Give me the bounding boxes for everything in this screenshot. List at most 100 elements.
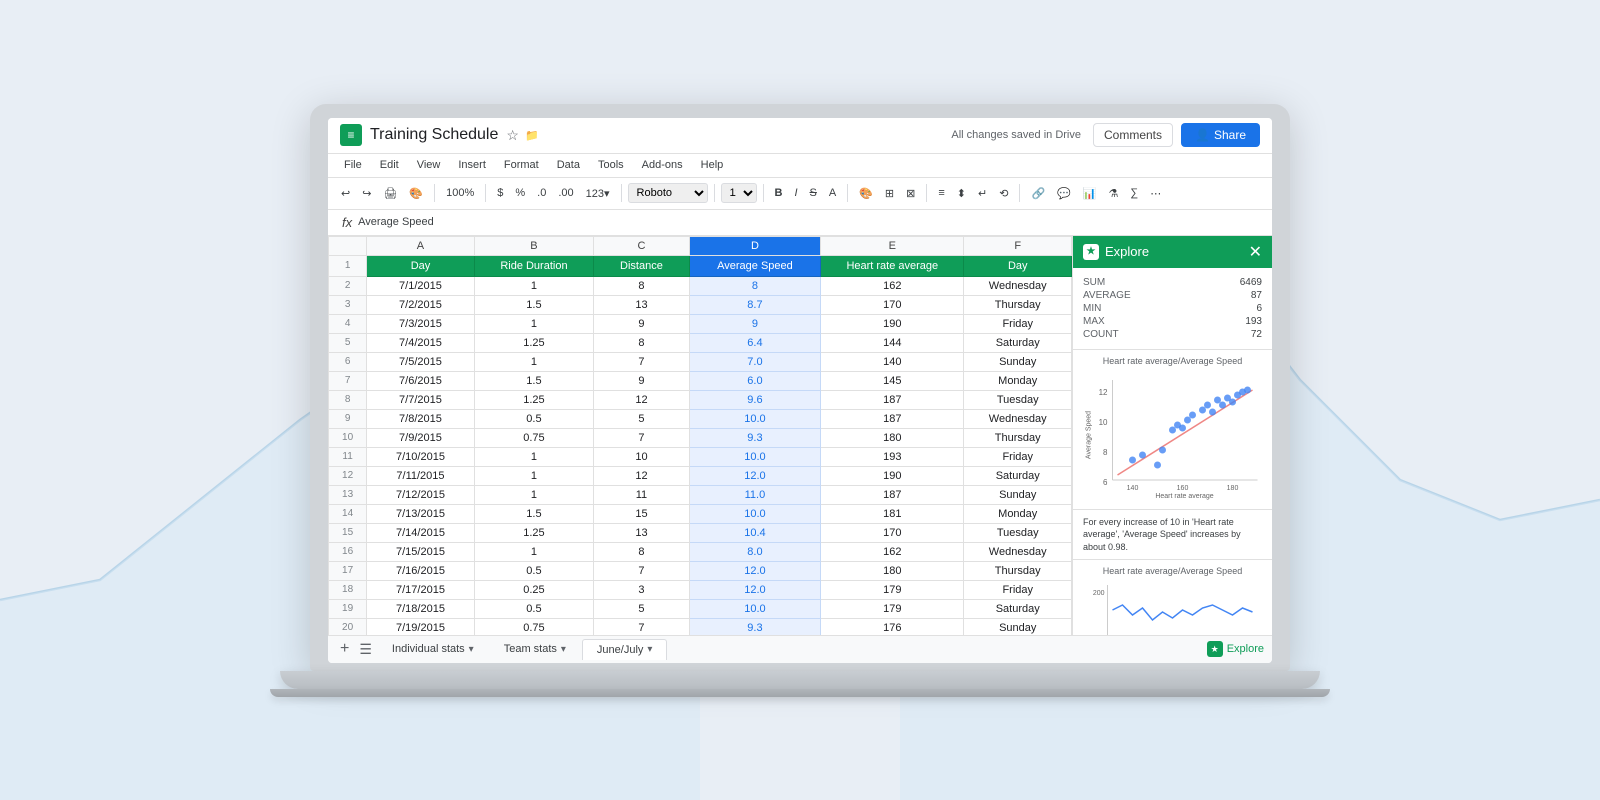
- strikethrough-button[interactable]: S: [805, 184, 822, 202]
- cell-heart-rate[interactable]: 190: [821, 314, 964, 333]
- tab-team-dropdown[interactable]: ▾: [561, 644, 566, 655]
- cell-avg-speed[interactable]: 9: [689, 314, 820, 333]
- font-color-button[interactable]: A: [824, 184, 841, 202]
- bold-button[interactable]: B: [770, 184, 788, 202]
- comments-button[interactable]: Comments: [1093, 123, 1173, 147]
- cell-distance[interactable]: 8: [594, 276, 690, 295]
- decimal-down-button[interactable]: .0: [532, 184, 551, 202]
- cell-ride-duration[interactable]: 1.25: [474, 523, 593, 542]
- formula-input[interactable]: [358, 216, 1264, 228]
- table-row[interactable]: 8 7/7/2015 1.25 12 9.6 187 Tuesday: [329, 390, 1072, 409]
- cell-day[interactable]: Saturday: [964, 333, 1072, 352]
- menu-addons[interactable]: Add-ons: [634, 157, 691, 173]
- table-row[interactable]: 6 7/5/2015 1 7 7.0 140 Sunday: [329, 352, 1072, 371]
- cell-date[interactable]: 7/12/2015: [367, 485, 475, 504]
- cell-distance[interactable]: 9: [594, 371, 690, 390]
- tab-individual-dropdown[interactable]: ▾: [469, 644, 474, 655]
- cell-ride-duration[interactable]: 0.25: [474, 580, 593, 599]
- cell-ride-duration[interactable]: 1: [474, 352, 593, 371]
- cell-heart-rate[interactable]: 180: [821, 561, 964, 580]
- table-row[interactable]: 14 7/13/2015 1.5 15 10.0 181 Monday: [329, 504, 1072, 523]
- cell-day[interactable]: Tuesday: [964, 523, 1072, 542]
- cell-avg-speed[interactable]: 12.0: [689, 580, 820, 599]
- cell-heart-rate[interactable]: 144: [821, 333, 964, 352]
- cell-distance[interactable]: 12: [594, 390, 690, 409]
- cell-distance[interactable]: 15: [594, 504, 690, 523]
- cell-day[interactable]: Friday: [964, 580, 1072, 599]
- cell-day[interactable]: Sunday: [964, 618, 1072, 635]
- cell-ride-duration[interactable]: 1: [474, 466, 593, 485]
- cell-date[interactable]: 7/2/2015: [367, 295, 475, 314]
- table-row[interactable]: 16 7/15/2015 1 8 8.0 162 Wednesday: [329, 542, 1072, 561]
- cell-ride-duration[interactable]: 0.75: [474, 618, 593, 635]
- tab-individual-stats[interactable]: Individual stats ▾: [378, 639, 488, 659]
- cell-ride-duration[interactable]: 1.5: [474, 504, 593, 523]
- cell-heart-rate[interactable]: 187: [821, 409, 964, 428]
- share-button[interactable]: 👤 Share: [1181, 123, 1260, 147]
- cell-avg-speed[interactable]: 6.0: [689, 371, 820, 390]
- cell-heart-rate[interactable]: 179: [821, 599, 964, 618]
- valign-button[interactable]: ⬍: [952, 184, 971, 203]
- cell-date[interactable]: 7/11/2015: [367, 466, 475, 485]
- cell-date[interactable]: 7/8/2015: [367, 409, 475, 428]
- table-row[interactable]: 10 7/9/2015 0.75 7 9.3 180 Thursday: [329, 428, 1072, 447]
- table-row[interactable]: 9 7/8/2015 0.5 5 10.0 187 Wednesday: [329, 409, 1072, 428]
- cell-day[interactable]: Thursday: [964, 561, 1072, 580]
- cell-date[interactable]: 7/18/2015: [367, 599, 475, 618]
- cell-date[interactable]: 7/15/2015: [367, 542, 475, 561]
- cell-ride-duration[interactable]: 0.5: [474, 409, 593, 428]
- cell-avg-speed[interactable]: 8.7: [689, 295, 820, 314]
- decimal-up-button[interactable]: .00: [553, 184, 578, 202]
- col-header-a[interactable]: A: [367, 236, 475, 255]
- cell-distance[interactable]: 8: [594, 542, 690, 561]
- redo-button[interactable]: ↪: [357, 184, 376, 203]
- cell-avg-speed[interactable]: 10.4: [689, 523, 820, 542]
- star-icon[interactable]: ☆: [506, 127, 519, 144]
- cell-distance[interactable]: 13: [594, 295, 690, 314]
- cell-distance[interactable]: 9: [594, 314, 690, 333]
- link-button[interactable]: 🔗: [1026, 184, 1050, 203]
- more-formats-button[interactable]: 123▾: [581, 184, 615, 203]
- font-selector[interactable]: Roboto: [628, 183, 708, 203]
- cell-avg-speed[interactable]: 12.0: [689, 466, 820, 485]
- cell-distance[interactable]: 7: [594, 561, 690, 580]
- table-row[interactable]: 19 7/18/2015 0.5 5 10.0 179 Saturday: [329, 599, 1072, 618]
- cell-distance[interactable]: 10: [594, 447, 690, 466]
- cell-heart-rate[interactable]: 162: [821, 542, 964, 561]
- cell-ride-duration[interactable]: 0.5: [474, 561, 593, 580]
- cell-ride-duration[interactable]: 0.75: [474, 428, 593, 447]
- cell-day[interactable]: Wednesday: [964, 409, 1072, 428]
- cell-avg-speed[interactable]: 11.0: [689, 485, 820, 504]
- cell-date[interactable]: 7/14/2015: [367, 523, 475, 542]
- cell-heart-rate[interactable]: 170: [821, 295, 964, 314]
- cell-day[interactable]: Friday: [964, 314, 1072, 333]
- cell-distance[interactable]: 13: [594, 523, 690, 542]
- cell-date[interactable]: 7/6/2015: [367, 371, 475, 390]
- cell-heart-rate[interactable]: 193: [821, 447, 964, 466]
- table-row[interactable]: 4 7/3/2015 1 9 9 190 Friday: [329, 314, 1072, 333]
- cell-day[interactable]: Monday: [964, 504, 1072, 523]
- cell-date[interactable]: 7/4/2015: [367, 333, 475, 352]
- cell-date[interactable]: 7/13/2015: [367, 504, 475, 523]
- italic-button[interactable]: I: [789, 184, 802, 202]
- col-header-c[interactable]: C: [594, 236, 690, 255]
- cell-day[interactable]: Thursday: [964, 295, 1072, 314]
- cell-date[interactable]: 7/5/2015: [367, 352, 475, 371]
- table-row[interactable]: 13 7/12/2015 1 11 11.0 187 Sunday: [329, 485, 1072, 504]
- cell-avg-speed[interactable]: 9.3: [689, 428, 820, 447]
- cell-heart-rate[interactable]: 190: [821, 466, 964, 485]
- cell-day[interactable]: Friday: [964, 447, 1072, 466]
- cell-heart-rate[interactable]: 179: [821, 580, 964, 599]
- menu-format[interactable]: Format: [496, 157, 547, 173]
- paint-format-button[interactable]: 🎨: [404, 184, 428, 203]
- cell-distance[interactable]: 11: [594, 485, 690, 504]
- cell-day[interactable]: Saturday: [964, 599, 1072, 618]
- cell-ride-duration[interactable]: 1: [474, 314, 593, 333]
- folder-icon[interactable]: 📁: [525, 129, 539, 142]
- table-row[interactable]: 18 7/17/2015 0.25 3 12.0 179 Friday: [329, 580, 1072, 599]
- cell-heart-rate[interactable]: 187: [821, 485, 964, 504]
- menu-data[interactable]: Data: [549, 157, 588, 173]
- cell-day[interactable]: Tuesday: [964, 390, 1072, 409]
- cell-day[interactable]: Wednesday: [964, 276, 1072, 295]
- col-header-f[interactable]: F: [964, 236, 1072, 255]
